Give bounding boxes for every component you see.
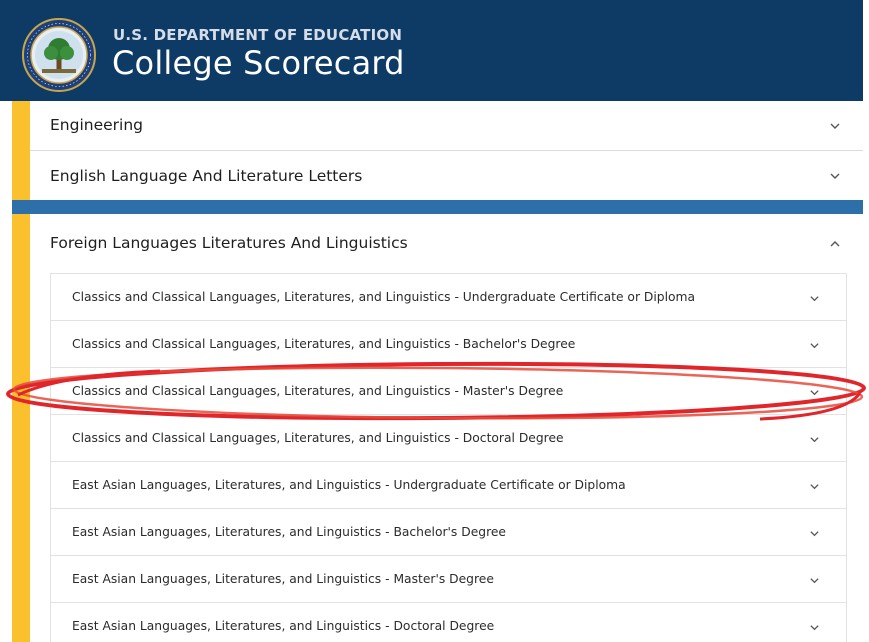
chevron-down-icon — [810, 625, 819, 631]
program-row[interactable]: Classics and Classical Languages, Litera… — [51, 273, 846, 321]
program-label: Classics and Classical Languages, Litera… — [72, 337, 576, 351]
chevron-down-icon — [810, 437, 819, 443]
program-label: East Asian Languages, Literatures, and L… — [72, 478, 626, 492]
program-label: Classics and Classical Languages, Litera… — [72, 290, 696, 304]
accent-bar — [12, 101, 30, 642]
chevron-down-icon — [810, 343, 819, 349]
chevron-down-icon — [810, 578, 819, 584]
accordion-item-label: English Language And Literature Letters — [50, 167, 363, 185]
accordion-item-engineering[interactable]: Engineering — [30, 101, 863, 151]
site-title[interactable]: College Scorecard — [112, 44, 405, 82]
program-row[interactable]: East Asian Languages, Literatures, and L… — [51, 461, 846, 509]
program-row[interactable]: East Asian Languages, Literatures, and L… — [51, 555, 846, 603]
program-label: East Asian Languages, Literatures, and L… — [72, 572, 494, 586]
accordion-item-foreign-languages[interactable]: Foreign Languages Literatures And Lingui… — [30, 214, 863, 272]
agency-name: U.S. DEPARTMENT OF EDUCATION — [113, 26, 403, 44]
department-seal-icon[interactable] — [22, 18, 96, 92]
chevron-down-icon — [810, 296, 819, 302]
accordion-item-label: Foreign Languages Literatures And Lingui… — [50, 234, 408, 252]
section-divider-band — [12, 200, 863, 214]
site-header: U.S. DEPARTMENT OF EDUCATION College Sco… — [0, 0, 863, 101]
chevron-down-icon — [810, 390, 819, 396]
left-gutter — [0, 101, 12, 642]
accordion-item-label: Engineering — [50, 116, 143, 134]
chevron-down-icon — [830, 123, 840, 129]
program-label: East Asian Languages, Literatures, and L… — [72, 525, 506, 539]
accordion-item-english[interactable]: English Language And Literature Letters — [30, 151, 863, 201]
chevron-down-icon — [810, 531, 819, 537]
page-edge — [863, 0, 869, 642]
chevron-down-icon — [810, 484, 819, 490]
program-row[interactable]: Classics and Classical Languages, Litera… — [51, 320, 846, 368]
program-row[interactable]: Classics and Classical Languages, Litera… — [51, 414, 846, 462]
program-row[interactable]: Classics and Classical Languages, Litera… — [51, 367, 846, 415]
program-label: East Asian Languages, Literatures, and L… — [72, 619, 495, 633]
chevron-up-icon — [830, 241, 840, 247]
program-row[interactable]: East Asian Languages, Literatures, and L… — [51, 508, 846, 556]
program-label: Classics and Classical Languages, Litera… — [72, 431, 564, 445]
program-row[interactable]: East Asian Languages, Literatures, and L… — [51, 602, 846, 642]
program-label: Classics and Classical Languages, Litera… — [72, 384, 564, 398]
program-list: Classics and Classical Languages, Litera… — [50, 273, 847, 642]
chevron-down-icon — [830, 173, 840, 179]
college-scorecard-page: U.S. DEPARTMENT OF EDUCATION College Sco… — [0, 0, 869, 642]
